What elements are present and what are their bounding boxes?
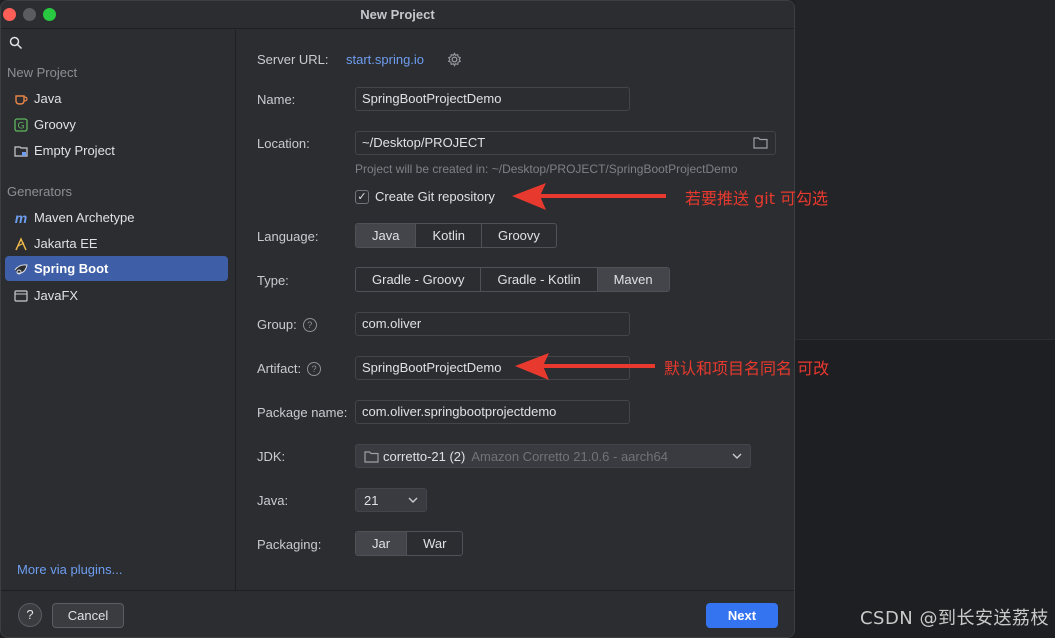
jdk-detail: Amazon Corretto 21.0.6 - aarch64: [471, 448, 668, 464]
help-circle-icon[interactable]: ?: [302, 317, 317, 332]
sidebar-item-label: Jakarta EE: [34, 236, 98, 251]
maven-icon: m: [14, 209, 28, 226]
name-label: Name:: [257, 92, 296, 107]
watermark: CSDN @到长安送荔枝: [859, 608, 1049, 629]
window-title: New Project: [360, 7, 435, 22]
empty-project-icon: [13, 143, 29, 159]
sidebar-item-label: Maven Archetype: [34, 210, 135, 225]
help-circle-icon[interactable]: ?: [307, 361, 322, 376]
artifact-label: Artifact:: [257, 361, 302, 376]
language-option-kotlin[interactable]: Kotlin: [416, 224, 482, 247]
group-field[interactable]: com.oliver: [355, 312, 630, 336]
jdk-folder-icon: [364, 450, 379, 463]
language-selector: Java Kotlin Groovy: [355, 223, 557, 248]
help-button[interactable]: ?: [18, 603, 42, 627]
packaging-option-war[interactable]: War: [407, 532, 462, 555]
type-option-gradle-groovy[interactable]: Gradle - Groovy: [356, 268, 482, 291]
type-option-gradle-kotlin[interactable]: Gradle - Kotlin: [481, 268, 598, 291]
language-option-groovy[interactable]: Groovy: [482, 224, 556, 247]
group-label-row: Group: ?: [257, 317, 317, 332]
server-url-link[interactable]: start.spring.io: [346, 52, 424, 67]
artifact-label-row: Artifact: ?: [257, 361, 322, 376]
jdk-dropdown[interactable]: corretto-21 (2) Amazon Corretto 21.0.6 -…: [355, 444, 751, 468]
checkmark-icon[interactable]: ✓: [355, 189, 369, 204]
cancel-button[interactable]: Cancel: [52, 603, 124, 628]
location-field[interactable]: ~/Desktop/PROJECT: [355, 131, 776, 155]
jakarta-icon: [13, 236, 29, 252]
sidebar-item-javafx[interactable]: JavaFX: [5, 283, 228, 308]
spring-boot-icon: [13, 261, 29, 277]
sidebar-item-spring-boot[interactable]: Spring Boot: [5, 256, 228, 281]
language-label: Language:: [257, 229, 319, 244]
chevron-down-icon: [408, 497, 418, 503]
sidebar-item-maven-archetype[interactable]: m Maven Archetype: [5, 205, 228, 230]
svg-text:G: G: [18, 121, 25, 131]
java-cup-icon: [13, 91, 29, 107]
next-button[interactable]: Next: [706, 603, 778, 628]
location-value: ~/Desktop/PROJECT: [362, 135, 486, 150]
packaging-selector: Jar War: [355, 531, 464, 556]
sidebar-item-label: Java: [34, 91, 62, 106]
sidebar-item-jakarta-ee[interactable]: Jakarta EE: [5, 231, 228, 256]
background-editor: [795, 0, 1055, 638]
type-label: Type:: [257, 273, 289, 288]
package-name-label: Package name:: [257, 405, 348, 420]
server-url-label: Server URL:: [257, 52, 329, 67]
chevron-down-icon: [732, 453, 742, 459]
java-version-dropdown[interactable]: 21: [355, 488, 427, 512]
groovy-icon: G: [13, 117, 29, 133]
annotation-artifact-note: 默认和项目名同名 可改: [664, 359, 830, 378]
annotation-arrow-git: [512, 183, 666, 210]
new-project-dialog: New Project New Project Java G Groovy Em…: [0, 0, 795, 638]
sidebar-item-label: Empty Project: [34, 143, 115, 158]
java-version-value: 21: [364, 492, 379, 508]
sidebar-item-label: Spring Boot: [34, 261, 109, 276]
type-option-maven[interactable]: Maven: [597, 268, 669, 291]
sidebar-item-empty-project[interactable]: Empty Project: [5, 138, 228, 163]
dialog-footer: ? Cancel Next: [1, 590, 794, 637]
sidebar-item-label: JavaFX: [34, 288, 79, 303]
sidebar-item-label: Groovy: [34, 117, 76, 132]
jdk-value: corretto-21 (2): [383, 448, 466, 464]
section-label-new-project: New Project: [7, 65, 78, 80]
sidebar-item-groovy[interactable]: G Groovy: [5, 112, 228, 137]
section-label-generators: Generators: [7, 184, 73, 199]
name-field[interactable]: SpringBootProjectDemo: [355, 87, 630, 111]
packaging-label: Packaging:: [257, 537, 322, 552]
search-icon[interactable]: [9, 36, 23, 50]
javafx-icon: [13, 288, 29, 304]
annotation-git-note: 若要推送 git 可勾选: [685, 189, 829, 208]
packaging-option-jar[interactable]: Jar: [356, 532, 408, 555]
create-git-label: Create Git repository: [375, 189, 495, 204]
create-git-checkbox[interactable]: ✓ Create Git repository: [355, 189, 495, 204]
background-panel: [795, 0, 1055, 340]
jdk-label: JDK:: [257, 449, 286, 464]
type-selector: Gradle - Groovy Gradle - Kotlin Maven: [355, 267, 670, 292]
group-label: Group:: [257, 317, 297, 332]
sidebar: New Project Java G Groovy Empty Project …: [1, 30, 236, 590]
gear-icon[interactable]: [447, 52, 462, 67]
folder-icon[interactable]: [753, 136, 768, 149]
java-version-label: Java:: [257, 493, 289, 508]
project-settings-form: Server URL: start.spring.io Name: Spring…: [237, 30, 794, 590]
sidebar-search[interactable]: [1, 30, 236, 58]
location-label: Location:: [257, 136, 310, 151]
location-hint: Project will be created in: ~/Desktop/PR…: [355, 162, 738, 176]
annotation-arrow-artifact: [515, 353, 655, 380]
package-name-field[interactable]: com.oliver.springbootprojectdemo: [355, 400, 630, 424]
more-via-plugins-link[interactable]: More via plugins...: [17, 562, 123, 577]
title-bar: New Project: [1, 1, 794, 29]
language-option-java[interactable]: Java: [356, 224, 417, 247]
sidebar-item-java[interactable]: Java: [5, 86, 228, 111]
